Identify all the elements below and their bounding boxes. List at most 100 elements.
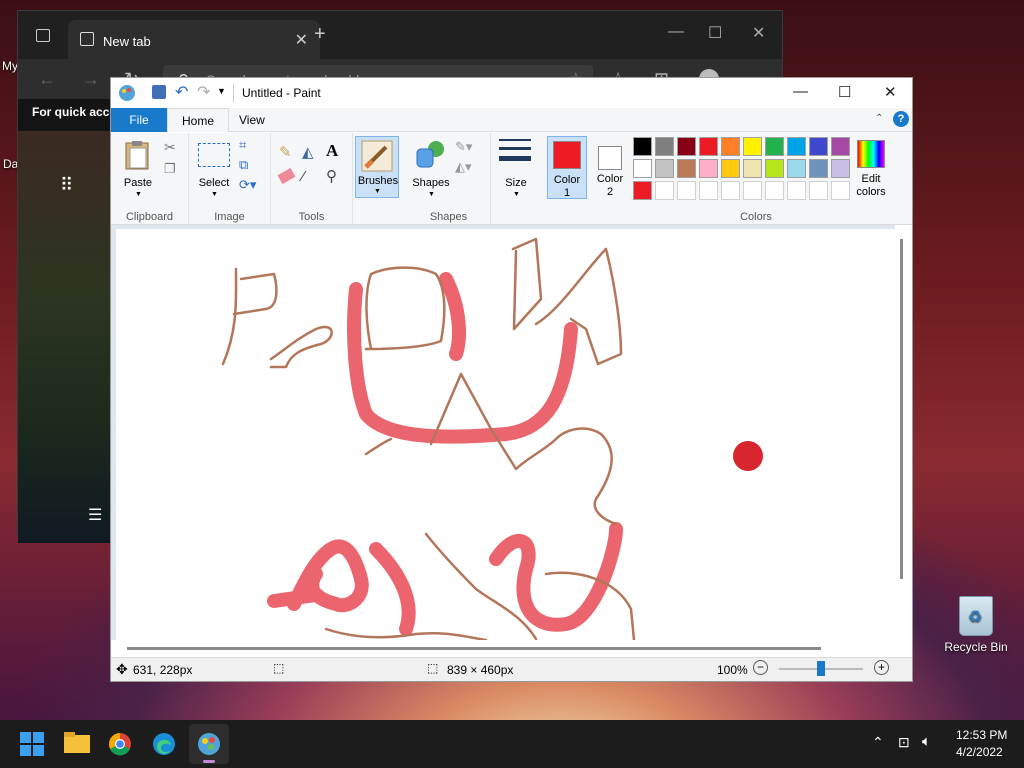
start-icon[interactable] [20, 732, 46, 756]
palette-swatch[interactable] [809, 159, 828, 178]
palette-swatch[interactable] [699, 137, 718, 156]
clock-date[interactable]: 4/2/2022 [956, 745, 1003, 759]
color2-number: 2 [606, 186, 614, 198]
palette-swatch[interactable] [699, 181, 718, 200]
back-icon[interactable]: ← [38, 69, 56, 90]
volume-icon[interactable]: 🔈︎ [922, 733, 931, 750]
chrome-icon[interactable] [108, 732, 134, 756]
palette-swatch[interactable] [655, 137, 674, 156]
crop-icon[interactable]: ⌗ [239, 137, 246, 153]
zoom-out-icon[interactable]: − [753, 660, 768, 675]
color2-button[interactable]: Color 2 [591, 136, 631, 199]
browser-tab[interactable]: New tab ✕ [68, 20, 320, 60]
tab-home[interactable]: Home [167, 108, 230, 132]
palette-swatch[interactable] [721, 159, 740, 178]
select-dropdown-icon[interactable]: ▼ [211, 191, 218, 198]
maximize-icon[interactable]: ☐ [708, 23, 722, 43]
palette-swatch[interactable] [699, 159, 718, 178]
palette-swatch[interactable] [743, 159, 762, 178]
palette-swatch[interactable] [765, 137, 784, 156]
palette-swatch[interactable] [721, 181, 740, 200]
minimize-icon[interactable]: — [793, 83, 808, 100]
minimize-icon[interactable]: — [668, 23, 684, 41]
brushes-button[interactable]: Brushes ▼ [355, 136, 399, 198]
network-icon[interactable]: ⊡ [898, 734, 910, 751]
cut-icon[interactable]: ✂ [164, 139, 176, 156]
maximize-icon[interactable]: ☐ [838, 83, 851, 101]
close-tab-icon[interactable]: ✕ [295, 30, 308, 50]
shapes-dropdown-icon[interactable]: ▼ [428, 191, 435, 198]
color1-number: 1 [563, 187, 571, 199]
zoom-slider-thumb[interactable] [817, 661, 825, 676]
fill-icon[interactable]: ◭ [302, 143, 314, 161]
edit-colors-button[interactable]: Edit colors [851, 136, 891, 199]
save-icon[interactable] [152, 85, 166, 99]
ribbon-collapse-icon[interactable]: ⌃ [875, 113, 883, 124]
edit-colors-icon [857, 140, 885, 168]
file-explorer-icon[interactable] [64, 732, 90, 756]
drawing-canvas[interactable] [116, 229, 897, 640]
palette-swatch[interactable] [831, 137, 850, 156]
tab-actions-icon[interactable] [36, 29, 50, 42]
recycle-bin[interactable]: ♻ Recycle Bin [944, 596, 1008, 654]
palette-swatch[interactable] [677, 137, 696, 156]
palette-swatch[interactable] [677, 181, 696, 200]
palette-swatch[interactable] [633, 181, 652, 200]
apps-grid-icon[interactable]: ⠿ [60, 175, 73, 196]
color1-button[interactable]: Color 1 [547, 136, 587, 199]
canvas-size: 839 × 460px [447, 663, 514, 677]
shape-fill-icon[interactable]: ◭▾ [455, 159, 472, 175]
color-picker-icon[interactable]: ⁄ [302, 168, 305, 185]
tab-file[interactable]: File [111, 108, 167, 132]
horizontal-scrollbar[interactable] [111, 640, 912, 657]
undo-icon[interactable]: ↶ [175, 82, 188, 102]
show-hidden-icons[interactable]: ⌃ [872, 734, 884, 751]
palette-swatch[interactable] [765, 181, 784, 200]
rotate-icon[interactable]: ⟳▾ [239, 177, 256, 193]
menu-icon[interactable]: ☰ [88, 505, 102, 525]
copy-icon[interactable]: ❐ [164, 161, 176, 177]
paste-dropdown-icon[interactable]: ▼ [135, 191, 142, 198]
palette-swatch[interactable] [809, 181, 828, 200]
palette-swatch[interactable] [787, 137, 806, 156]
new-tab-button[interactable]: + [314, 23, 326, 46]
forward-icon[interactable]: → [82, 69, 100, 90]
size-button[interactable]: Size ▼ [491, 133, 541, 225]
palette-swatch[interactable] [633, 137, 652, 156]
close-icon[interactable]: ✕ [884, 83, 897, 101]
palette-swatch[interactable] [655, 181, 674, 200]
resize-icon[interactable]: ⧉ [239, 157, 248, 173]
zoom-in-icon[interactable]: + [874, 660, 889, 675]
redo-icon[interactable]: ↷ [197, 82, 210, 102]
tab-view[interactable]: View [225, 108, 279, 132]
palette-swatch[interactable] [677, 159, 696, 178]
paste-button[interactable]: Paste ▼ [119, 137, 157, 199]
palette-swatch[interactable] [831, 159, 850, 178]
outline-icon[interactable]: ✎▾ [455, 139, 472, 155]
shapes-label: Shapes [412, 177, 450, 189]
cursor-crosshair [733, 441, 763, 471]
paint-taskbar-button[interactable] [189, 724, 229, 764]
text-icon[interactable]: A [326, 141, 338, 161]
palette-swatch[interactable] [721, 137, 740, 156]
eraser-icon[interactable] [277, 167, 296, 185]
palette-swatch[interactable] [787, 181, 806, 200]
clock-time[interactable]: 12:53 PM [956, 728, 1007, 742]
palette-swatch[interactable] [787, 159, 806, 178]
magnifier-icon[interactable]: ⚲ [326, 167, 337, 185]
edge-icon[interactable] [152, 732, 178, 756]
select-button[interactable]: Select ▼ [195, 137, 233, 199]
vertical-scrollbar[interactable] [895, 225, 912, 640]
close-icon[interactable]: ✕ [752, 23, 765, 43]
help-icon[interactable]: ? [893, 111, 909, 127]
palette-swatch[interactable] [809, 137, 828, 156]
palette-swatch[interactable] [743, 181, 762, 200]
palette-swatch[interactable] [765, 159, 784, 178]
pencil-icon[interactable]: ✎ [279, 143, 292, 161]
palette-swatch[interactable] [831, 181, 850, 200]
quick-access-dropdown-icon[interactable]: ▼ [217, 86, 226, 96]
palette-swatch[interactable] [655, 159, 674, 178]
palette-swatch[interactable] [743, 137, 762, 156]
palette-swatch[interactable] [633, 159, 652, 178]
shapes-button[interactable]: Shapes ▼ [411, 137, 451, 199]
